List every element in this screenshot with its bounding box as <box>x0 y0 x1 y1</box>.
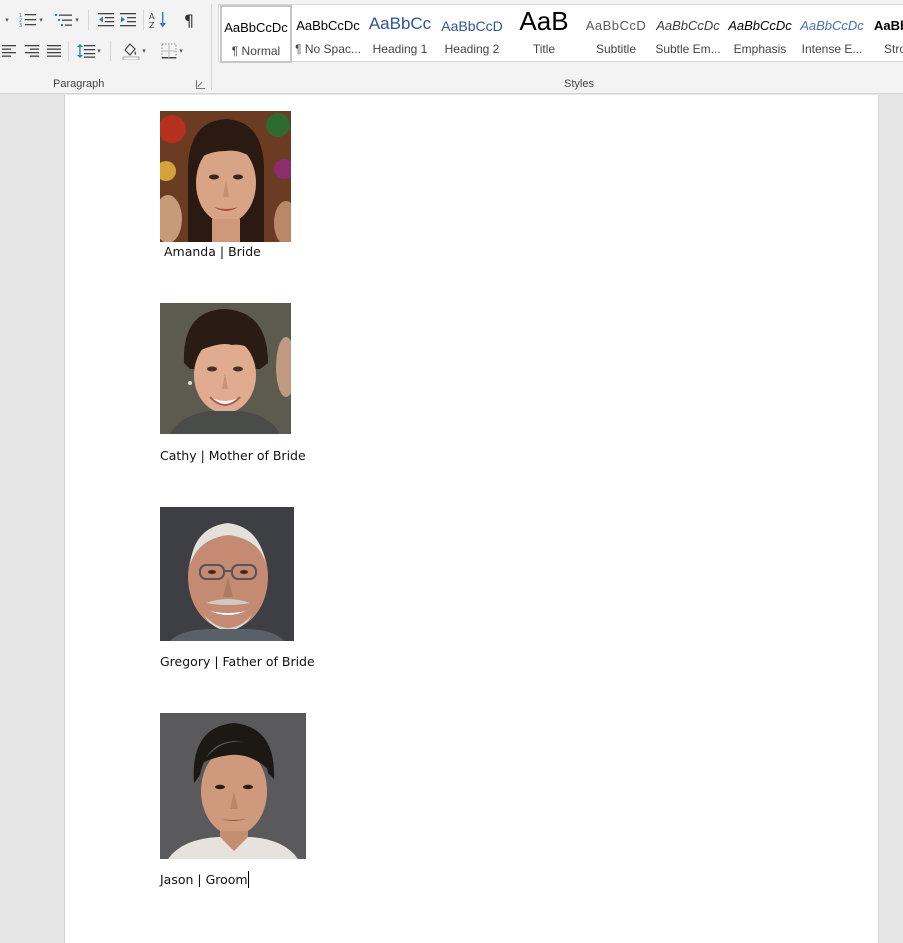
multilevel-list-icon <box>55 14 73 26</box>
portrait-image <box>160 713 306 859</box>
style-subtitle[interactable]: AaBbCcD Subtitle <box>580 5 652 63</box>
style-sample: AaBbCcDc <box>656 18 720 33</box>
svg-text:Z: Z <box>149 21 155 29</box>
style-sample: AaBbCcDc <box>728 18 792 33</box>
svg-text:A: A <box>149 12 155 21</box>
style-intense-emphasis[interactable]: AaBbCcDc Intense E... <box>796 5 868 63</box>
chevron-down-icon: ▾ <box>5 17 9 24</box>
style-name: Emphasis <box>733 42 787 56</box>
text-cursor <box>248 871 249 888</box>
numbering-icon: 1 2 3 <box>19 13 37 28</box>
ribbon: ▾ 1 2 3 ▾ ▾ A Z ¶ ▾ ▾ ▾ Paragraph AaBbCc… <box>0 0 903 94</box>
style-heading-1[interactable]: AaBbCc Heading 1 <box>364 5 436 63</box>
style-name: Subtle Em... <box>655 42 721 56</box>
portrait-image <box>160 303 291 434</box>
photo-gregory[interactable] <box>160 507 294 641</box>
group-separator <box>211 4 212 90</box>
bullets-dropdown[interactable]: ▾ <box>0 9 12 31</box>
style-name: Heading 1 <box>372 42 428 56</box>
photo-amanda[interactable] <box>160 111 291 242</box>
numbering-button[interactable]: 1 2 3 ▾ <box>15 9 47 31</box>
paragraph-group-label: Paragraph <box>53 78 105 90</box>
justify-icon <box>47 45 61 57</box>
style-sample: AaB <box>519 8 569 34</box>
style-name: Intense E... <box>801 42 863 56</box>
style-name: Subtitle <box>595 42 637 56</box>
style-sample: AaBbCc <box>368 15 432 33</box>
photo-caption: Amanda | Bride <box>164 244 261 259</box>
style-normal[interactable]: AaBbCcDc ¶ Normal <box>220 5 292 63</box>
styles-group-label: Styles <box>564 78 594 90</box>
photo-caption: Jason | Groom <box>160 872 248 887</box>
align-right-icon <box>25 45 39 57</box>
style-sample: AaBbCcDc <box>296 18 360 33</box>
multilevel-list-button[interactable]: ▾ <box>51 9 83 31</box>
align-left-button[interactable] <box>0 40 18 62</box>
style-name: Title <box>532 42 556 56</box>
shading-icon <box>122 43 140 60</box>
borders-button[interactable]: ▾ <box>155 40 189 62</box>
style-emphasis[interactable]: AaBbCcDc Emphasis <box>724 5 796 63</box>
decrease-indent-icon <box>98 13 114 27</box>
style-sample: AaBbCcDc <box>874 18 903 33</box>
style-title[interactable]: AaB Title <box>508 5 580 63</box>
style-subtle-emphasis[interactable]: AaBbCcDc Subtle Em... <box>652 5 724 63</box>
portrait-image <box>160 111 291 242</box>
sort-icon: A Z <box>149 12 166 29</box>
style-sample: AaBbCcD <box>441 18 503 34</box>
style-name: Heading 2 <box>444 42 500 56</box>
style-name: ¶ No Spac... <box>295 42 361 56</box>
style-name: ¶ Normal <box>231 44 281 58</box>
portrait-image <box>160 507 294 641</box>
style-strong[interactable]: AaBbCcDc Strong <box>868 5 903 63</box>
increase-indent-icon <box>120 13 136 27</box>
chevron-down-icon: ▾ <box>39 17 43 24</box>
decrease-indent-button[interactable] <box>95 9 117 31</box>
line-spacing-icon <box>77 44 96 58</box>
pilcrow-icon: ¶ <box>183 10 195 30</box>
svg-text:3: 3 <box>19 23 22 28</box>
show-formatting-marks-button[interactable]: ¶ <box>178 9 200 31</box>
chevron-down-icon: ▾ <box>97 48 101 55</box>
style-heading-2[interactable]: AaBbCcD Heading 2 <box>436 5 508 63</box>
styles-gallery: AaBbCcDc ¶ Normal AaBbCcDc ¶ No Spac... … <box>218 4 903 63</box>
style-name: Strong <box>884 42 903 56</box>
style-no-spacing[interactable]: AaBbCcDc ¶ No Spac... <box>292 5 364 63</box>
photo-caption: Cathy | Mother of Bride <box>160 448 306 463</box>
photo-cathy[interactable] <box>160 303 291 434</box>
style-sample: AaBbCcD <box>585 18 647 33</box>
sort-button[interactable]: A Z <box>147 9 169 31</box>
borders-icon <box>161 43 177 59</box>
align-left-icon <box>2 45 16 57</box>
style-sample: AaBbCcDc <box>224 20 288 35</box>
chevron-down-icon: ▾ <box>142 48 146 55</box>
paragraph-dialog-launcher-icon[interactable] <box>196 80 205 89</box>
style-sample: AaBbCcDc <box>800 18 864 33</box>
shading-button[interactable]: ▾ <box>117 40 151 62</box>
photo-caption: Gregory | Father of Bride <box>160 654 315 669</box>
justify-button[interactable] <box>43 40 65 62</box>
photo-jason[interactable] <box>160 713 306 859</box>
chevron-down-icon: ▾ <box>75 17 79 24</box>
increase-indent-button[interactable] <box>117 9 139 31</box>
chevron-down-icon: ▾ <box>179 48 183 55</box>
line-spacing-button[interactable]: ▾ <box>73 40 105 62</box>
align-right-button[interactable] <box>21 40 43 62</box>
